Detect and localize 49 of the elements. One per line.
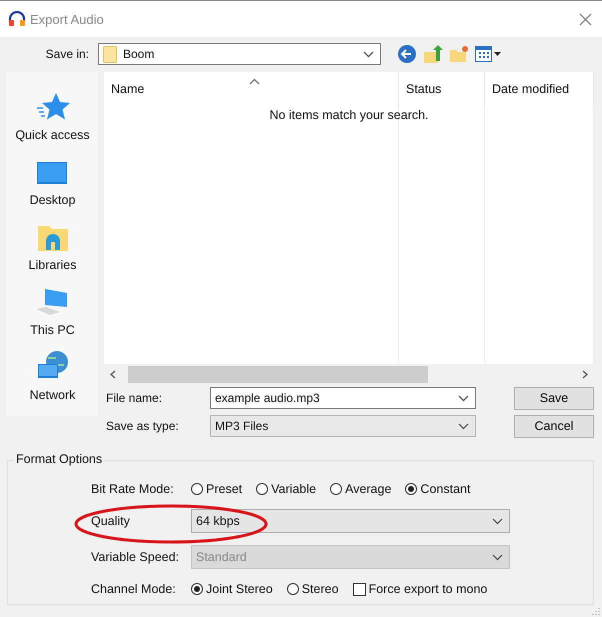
save-button[interactable]: Save [514,386,594,410]
quality-label: Quality [91,514,131,528]
column-header[interactable]: Status [399,72,485,106]
channel-mode-label: Channel Mode: [91,582,177,596]
save-in-label: Save in: [44,47,90,61]
radio-option[interactable]: Average [330,482,392,496]
new-folder-icon[interactable] [449,45,469,63]
view-menu-icon[interactable] [475,46,501,62]
radio-option[interactable]: Constant [405,482,470,496]
up-folder-icon[interactable] [423,44,443,64]
close-icon[interactable] [579,12,592,26]
sidebar-item[interactable]: Network [30,388,76,402]
quality-dropdown[interactable]: 64 kbps [191,509,510,533]
back-icon[interactable] [397,44,417,64]
column-header[interactable]: Name [104,72,399,106]
column-header[interactable]: Date modified [485,72,594,106]
computer-icon [35,287,70,317]
save-in-dropdown[interactable]: Boom [98,43,381,65]
chevron-down-icon [363,50,374,58]
sidebar-item[interactable]: Quick access [15,128,90,142]
sidebar-item[interactable]: Desktop [30,193,76,207]
star-icon [36,92,70,122]
save-as-type-label: Save as type: [105,419,180,433]
folder-icon [36,224,68,252]
monitor-icon [36,161,68,187]
chevron-down-icon [458,394,469,402]
headphones-icon [8,11,26,27]
variable-speed-label: Variable Speed: [91,550,180,564]
empty-message: No items match your search. [269,108,429,122]
resize-grip-icon[interactable] [592,607,600,615]
chevron-down-icon [458,422,469,430]
checkbox[interactable]: Force export to mono [352,582,488,596]
radio-option[interactable]: Preset [191,482,242,496]
file-name-field[interactable]: example audio.mp3 [210,387,476,409]
cancel-button[interactable]: Cancel [514,414,594,438]
group-title: Format Options [14,452,104,466]
sidebar-item[interactable]: This PC [30,323,75,337]
bit-rate-mode-label: Bit Rate Mode: [91,482,175,496]
chevron-down-icon [492,554,503,560]
sidebar-item[interactable]: Libraries [28,258,76,272]
sort-caret-icon [249,78,260,85]
radio-option[interactable]: Stereo [286,582,339,596]
radio-option[interactable]: Variable [256,482,316,496]
folder-icon [103,46,117,62]
radio-option[interactable]: Joint Stereo [191,582,273,596]
window-title: Export Audio [30,12,105,26]
file-type-dropdown[interactable]: MP3 Files [210,415,476,437]
file-name-label: File name: [105,391,164,405]
chevron-down-icon [492,518,503,524]
